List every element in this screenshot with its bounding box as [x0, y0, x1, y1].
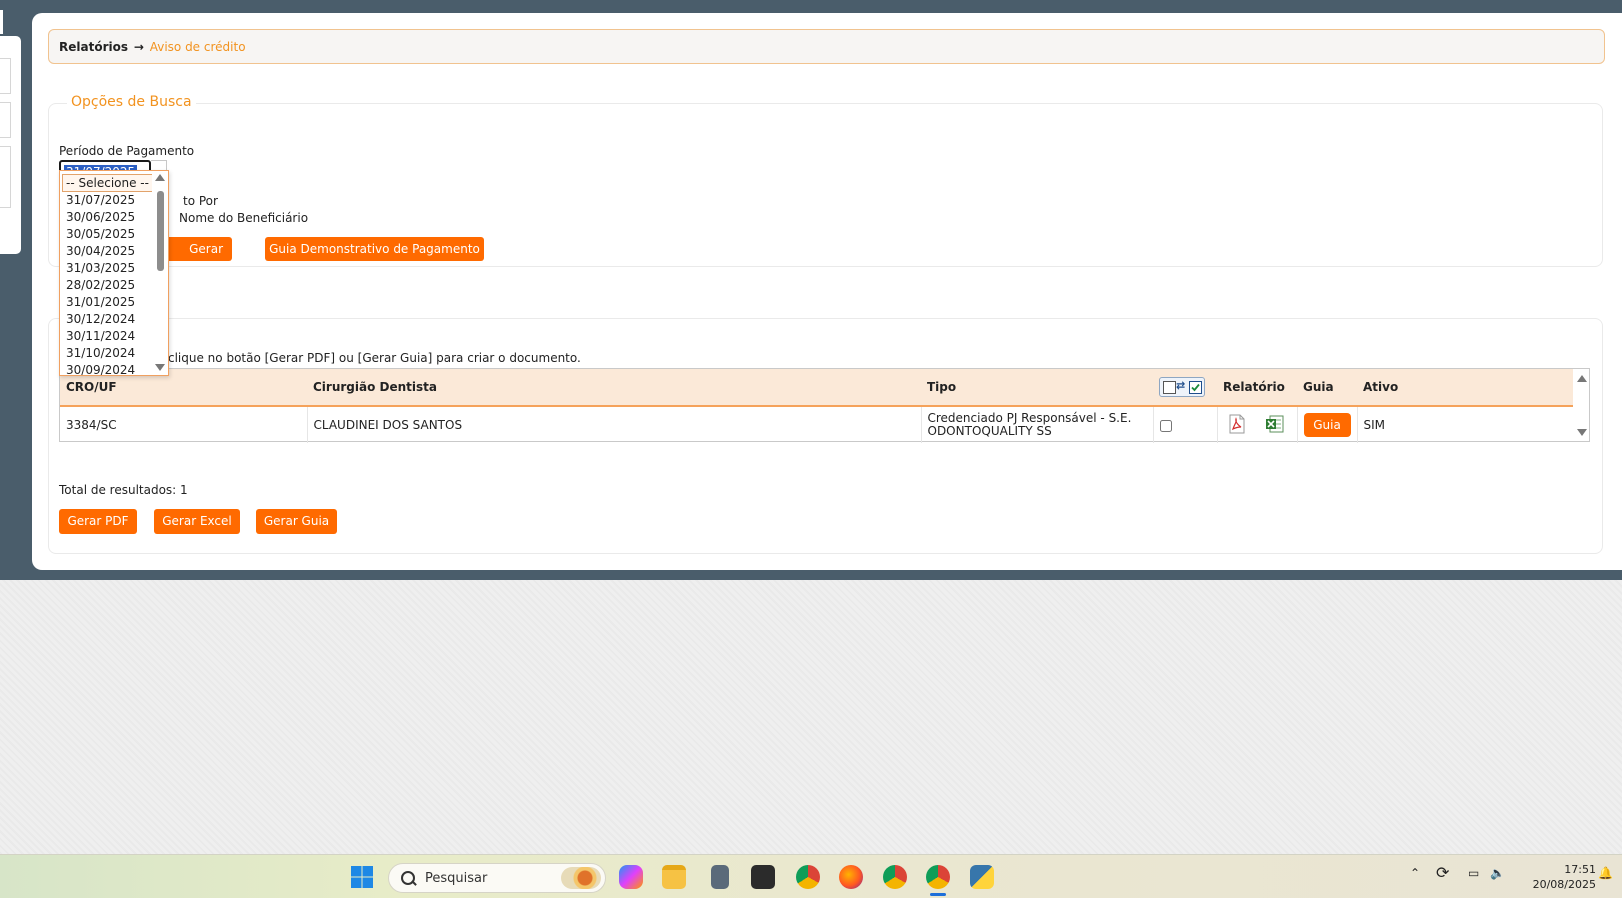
row-guia-button[interactable]: Guia — [1303, 413, 1351, 437]
checked-box-icon — [1189, 381, 1202, 394]
cell-ativo: SIM — [1363, 418, 1386, 432]
gerar-csv-button[interactable]: Gerar CSV — [164, 237, 232, 280]
gerar-guia-button[interactable]: Gerar Guia — [256, 509, 337, 534]
dropdown-option[interactable]: 30/04/2025 — [66, 244, 135, 258]
row-select-checkbox[interactable] — [1159, 419, 1172, 432]
table-header-row: CRO/UF Cirurgião Dentista Tipo ⇄ Relatór… — [60, 369, 1574, 407]
search-highlight-icon — [561, 867, 601, 889]
dropdown-option[interactable]: 30/06/2025 — [66, 210, 135, 224]
network-icon[interactable]: ▭ — [1468, 866, 1479, 880]
results-table-container: CRO/UF Cirurgião Dentista Tipo ⇄ Relatór… — [59, 368, 1590, 443]
toggle-all-checkbox-icon[interactable]: ⇄ — [1159, 377, 1205, 397]
total-results: Total de resultados: 1 — [59, 483, 188, 497]
cell-tipo: Credenciado PJ Responsável - S.E. ODONTO… — [921, 406, 1154, 443]
results-fieldset: clique no botão [Gerar PDF] ou [Gerar Gu… — [48, 318, 1603, 554]
page-background — [0, 580, 1622, 854]
left-tab-edge — [0, 10, 3, 34]
volume-icon[interactable]: 🔈 — [1490, 866, 1505, 880]
gerar-pdf-button[interactable]: Gerar PDF — [59, 509, 137, 534]
search-icon-handle — [411, 880, 417, 886]
periodo-dropdown-list: -- Selecione -- 31/07/2025 30/06/2025 30… — [59, 170, 169, 376]
chrome-beta-icon[interactable] — [796, 865, 820, 889]
breadcrumb: Relatórios → Aviso de crédito — [48, 29, 1605, 64]
search-options-legend: Opções de Busca — [67, 94, 196, 110]
column-header-guia[interactable]: Guia — [1297, 369, 1357, 407]
file-explorer-icon[interactable] — [662, 865, 686, 889]
calculator-icon[interactable] — [711, 865, 729, 889]
column-header-dentista[interactable]: Cirurgião Dentista — [307, 369, 921, 407]
table-row: 3384/SC CLAUDINEI DOS SANTOS Credenciado… — [60, 406, 1574, 443]
dropdown-option-placeholder[interactable]: -- Selecione -- — [62, 174, 153, 192]
column-header-ativo[interactable]: Ativo — [1357, 369, 1574, 407]
active-app-indicator — [930, 893, 946, 896]
taskbar: Pesquisar ⌃ ⟳ ▭ 🔈 17:51 20/08/2025 🔔 — [0, 854, 1622, 898]
clock-date: 20/08/2025 — [1532, 878, 1596, 891]
windows-start-icon[interactable] — [350, 865, 374, 889]
excel-report-icon[interactable] — [1265, 414, 1285, 437]
clock-time: 17:51 — [1564, 863, 1596, 876]
ordenado-option-nome[interactable]: Nome do Beneficiário — [179, 211, 308, 225]
taskbar-clock[interactable]: 17:51 20/08/2025 — [1533, 862, 1596, 892]
swap-arrows-icon: ⇄ — [1176, 379, 1186, 392]
cell-guia: Guia — [1297, 406, 1358, 443]
sync-icon[interactable]: ⟳ — [1436, 863, 1449, 882]
dropdown-scrollbar[interactable] — [152, 171, 168, 375]
python-icon[interactable] — [970, 865, 994, 889]
app-dark-icon[interactable] — [751, 865, 775, 889]
column-header-toggle-all: ⇄ — [1153, 369, 1217, 407]
dropdown-option[interactable]: 31/03/2025 — [66, 261, 135, 275]
pdf-report-icon[interactable] — [1228, 414, 1246, 437]
notification-bell-icon[interactable]: 🔔 — [1598, 866, 1613, 880]
unchecked-box-icon — [1163, 381, 1176, 394]
cell-select — [1153, 406, 1218, 443]
dropdown-option[interactable]: 31/10/2024 — [66, 346, 135, 360]
breadcrumb-current[interactable]: Aviso de crédito — [150, 40, 246, 54]
dropdown-option[interactable]: 31/01/2025 — [66, 295, 135, 309]
left-panel-field — [0, 58, 11, 94]
column-header-relatorio[interactable]: Relatório — [1217, 369, 1297, 407]
guia-demonstrativo-button[interactable]: Guia Demonstrativo de Pagamento — [265, 237, 484, 261]
cell-dentista: CLAUDINEI DOS SANTOS — [307, 406, 922, 443]
cell-tipo-line2: ODONTOQUALITY SS — [927, 424, 1052, 438]
scroll-up-icon[interactable] — [1577, 375, 1587, 382]
chrome-active-icon[interactable] — [926, 865, 950, 889]
dropdown-option[interactable]: 28/02/2025 — [66, 278, 135, 292]
left-side-panel — [0, 36, 21, 254]
scroll-thumb[interactable] — [157, 191, 164, 271]
cell-relatorio — [1217, 406, 1298, 443]
dropdown-option[interactable]: 30/09/2024 — [66, 363, 135, 375]
copilot-icon[interactable] — [619, 865, 643, 889]
cell-cro: 3384/SC — [60, 406, 308, 443]
column-header-tipo[interactable]: Tipo — [921, 369, 1153, 407]
ordenado-label: to Por — [183, 194, 218, 208]
chevron-up-icon[interactable]: ⌃ — [1410, 866, 1420, 880]
gerar-excel-button[interactable]: Gerar Excel — [154, 509, 240, 534]
firefox-icon[interactable] — [839, 865, 863, 889]
dropdown-option[interactable]: 30/12/2024 — [66, 312, 135, 326]
table-scrollbar[interactable] — [1573, 369, 1589, 441]
results-table: CRO/UF Cirurgião Dentista Tipo ⇄ Relatór… — [60, 369, 1574, 443]
scroll-down-icon[interactable] — [1577, 429, 1587, 436]
left-panel-field — [0, 102, 11, 138]
chrome-profile-icon[interactable] — [883, 865, 907, 889]
taskbar-search-placeholder: Pesquisar — [425, 871, 488, 886]
main-content-card: Relatórios → Aviso de crédito Opções de … — [32, 13, 1622, 570]
breadcrumb-separator: → — [133, 40, 144, 54]
breadcrumb-section: Relatórios — [59, 40, 128, 54]
scroll-up-icon[interactable] — [155, 174, 165, 181]
dropdown-option[interactable]: 31/07/2025 — [66, 193, 135, 207]
scroll-down-icon[interactable] — [155, 364, 165, 371]
search-options-fieldset: Opções de Busca Período de Pagamento 31/… — [48, 94, 1603, 280]
dropdown-option[interactable]: 30/05/2025 — [66, 227, 135, 241]
dropdown-option[interactable]: 30/11/2024 — [66, 329, 135, 343]
taskbar-search[interactable]: Pesquisar — [388, 863, 606, 893]
periodo-label: Período de Pagamento — [59, 144, 195, 158]
results-hint: clique no botão [Gerar PDF] ou [Gerar Gu… — [168, 351, 581, 365]
cell-tipo-line1: Credenciado PJ Responsável - S.E. — [927, 411, 1132, 425]
left-panel-field — [0, 146, 11, 208]
